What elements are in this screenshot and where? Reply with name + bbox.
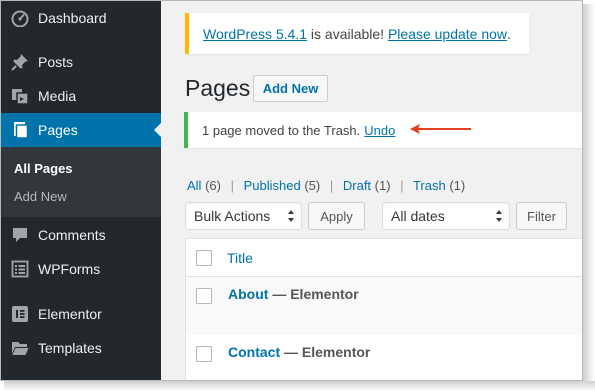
folder-icon: [1, 339, 37, 357]
sidebar-item-elementor[interactable]: Elementor: [1, 297, 161, 331]
filter-link-all[interactable]: All: [187, 178, 201, 193]
bulk-actions-value: Bulk Actions: [194, 208, 271, 224]
sidebar-item-label: Templates: [38, 340, 102, 356]
dashboard-icon: [1, 9, 37, 27]
admin-sidebar: Dashboard Posts Media Pages All Pages Ad…: [1, 1, 162, 380]
undo-link[interactable]: Undo: [364, 123, 395, 138]
table-row: Contact — Elementor: [186, 335, 582, 380]
sidebar-item-dashboard[interactable]: Dashboard: [1, 1, 161, 35]
separator: |: [329, 178, 334, 193]
sidebar-item-label: Elementor: [38, 306, 102, 322]
sidebar-item-pages[interactable]: Pages: [1, 113, 162, 147]
page-title-link[interactable]: Contact: [228, 344, 280, 360]
dates-value: All dates: [391, 208, 445, 224]
row-title: Contact — Elementor: [228, 344, 370, 360]
forms-icon: [1, 260, 37, 278]
filter-link-published[interactable]: Published: [244, 178, 301, 193]
select-arrows-icon: [288, 210, 294, 222]
please-update-link[interactable]: Please update now: [388, 26, 507, 42]
update-notice-period: .: [507, 25, 511, 42]
page-state: — Elementor: [280, 344, 371, 360]
add-new-button[interactable]: Add New: [253, 75, 328, 102]
sidebar-item-media[interactable]: Media: [1, 79, 161, 113]
pages-icon: [1, 121, 37, 139]
sidebar-item-posts[interactable]: Posts: [1, 45, 161, 79]
filter-button[interactable]: Filter: [516, 202, 567, 230]
annotation-arrow-icon: [410, 124, 471, 134]
comment-icon: [1, 226, 37, 244]
trash-notice-message: 1 page moved to the Trash.: [202, 122, 361, 138]
frame-shadow: [583, 4, 595, 391]
filter-count: (5): [304, 178, 321, 193]
apply-button[interactable]: Apply: [308, 202, 365, 230]
sidebar-item-label: Comments: [38, 227, 106, 243]
column-header-title[interactable]: Title: [227, 250, 253, 266]
status-filter-links: All (6) | Published (5) | Draft (1) | Tr…: [187, 178, 465, 193]
submenu-item-all-pages[interactable]: All Pages: [14, 161, 73, 176]
sidebar-item-wpforms[interactable]: WPForms: [1, 252, 161, 286]
pages-table: Title About — Elementor Contact — Elemen…: [185, 238, 582, 380]
elementor-icon: [1, 305, 37, 323]
page-title-link[interactable]: About: [228, 286, 268, 302]
filter-link-draft[interactable]: Draft: [343, 178, 371, 193]
table-row: About — Elementor: [186, 277, 582, 335]
filter-link-trash[interactable]: Trash: [413, 178, 446, 193]
update-notice: WordPress 5.4.1 is available! Please upd…: [185, 13, 529, 54]
trash-notice: 1 page moved to the Trash. Undo: [184, 112, 582, 148]
select-all-checkbox[interactable]: [196, 250, 212, 266]
dates-select[interactable]: All dates: [382, 202, 510, 230]
row-checkbox[interactable]: [196, 288, 212, 304]
filter-count: (6): [205, 178, 221, 193]
sidebar-item-comments[interactable]: Comments: [1, 218, 161, 252]
filter-count: (1): [449, 178, 466, 193]
separator: |: [230, 178, 234, 193]
media-icon: [1, 87, 37, 105]
main-content: WordPress 5.4.1 is available! Please upd…: [161, 1, 582, 380]
pin-icon: [1, 53, 37, 71]
update-notice-text: is available!: [307, 25, 388, 42]
row-title: About — Elementor: [228, 286, 359, 302]
filter-count: (1): [374, 178, 391, 193]
submenu-item-add-new[interactable]: Add New: [14, 189, 67, 204]
wordpress-version-link[interactable]: WordPress 5.4.1: [203, 26, 307, 42]
sidebar-item-templates[interactable]: Templates: [1, 331, 161, 365]
table-header: Title: [186, 239, 582, 277]
bulk-actions-select[interactable]: Bulk Actions: [185, 202, 302, 230]
page-state: — Elementor: [268, 286, 359, 302]
frame-shadow: [4, 381, 595, 391]
sidebar-item-label: Media: [38, 88, 77, 104]
separator: |: [400, 178, 404, 193]
sidebar-item-label: WPForms: [38, 261, 101, 277]
page-title: Pages: [185, 75, 251, 101]
select-arrows-icon: [496, 210, 502, 222]
pages-submenu: All Pages Add New: [1, 147, 161, 217]
sidebar-item-label: Dashboard: [38, 10, 107, 26]
sidebar-item-label: Pages: [38, 122, 78, 138]
sidebar-item-label: Posts: [38, 54, 74, 70]
row-checkbox[interactable]: [196, 346, 212, 362]
wp-admin-window: Dashboard Posts Media Pages All Pages Ad…: [0, 0, 583, 381]
